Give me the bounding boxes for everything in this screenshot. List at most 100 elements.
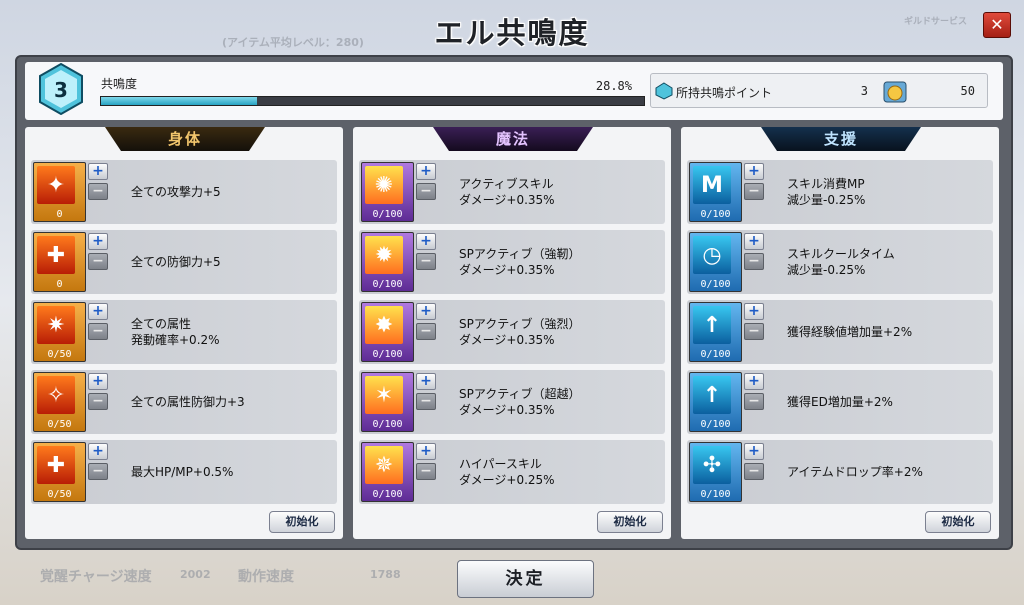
resonance-progress-bar xyxy=(100,96,645,106)
hp-mp-icon: ✚ xyxy=(37,446,75,484)
confirm-button[interactable]: 決定 xyxy=(457,560,594,598)
decrease-button[interactable]: − xyxy=(88,323,108,340)
reset-button-support[interactable]: 初始化 xyxy=(925,511,991,533)
active-skill-icon: ✺ xyxy=(365,166,403,204)
stat-description: スキル消費MP 減少量-0.25% xyxy=(787,177,866,207)
decrease-button[interactable]: − xyxy=(88,463,108,480)
stat-count: 0/100 xyxy=(372,349,403,360)
decrease-button[interactable]: − xyxy=(744,323,764,340)
stat-count: 0/50 xyxy=(47,349,72,360)
increase-button[interactable]: + xyxy=(744,443,764,460)
stat-slot: ↑ 0/100 xyxy=(689,302,742,362)
decrease-button[interactable]: − xyxy=(744,393,764,410)
stat-description: 獲得ED増加量+2% xyxy=(787,395,893,409)
increase-button[interactable]: + xyxy=(744,233,764,250)
column-header-body: 身体 xyxy=(105,127,265,151)
increase-button[interactable]: + xyxy=(88,443,108,460)
decrease-button[interactable]: − xyxy=(88,183,108,200)
points-value: 3 xyxy=(860,84,868,98)
increase-button[interactable]: + xyxy=(744,303,764,320)
increase-button[interactable]: + xyxy=(88,303,108,320)
stat-slot: ✦ 0 xyxy=(33,162,86,222)
stat-row: ✵ 0/100 + − ハイパースキル ダメージ+0.25% xyxy=(359,440,665,504)
stat-row: ✣ 0/100 + − アイテムドロップ率+2% xyxy=(687,440,993,504)
close-button[interactable]: ✕ xyxy=(983,12,1011,38)
decrease-button[interactable]: − xyxy=(416,393,436,410)
stat-count: 0/100 xyxy=(372,209,403,220)
stat-description: SPアクティブ（強靭） ダメージ+0.35% xyxy=(459,247,581,277)
stat-row: ✺ 0/100 + − アクティブスキル ダメージ+0.35% xyxy=(359,160,665,224)
decrease-button[interactable]: − xyxy=(744,183,764,200)
drop-rate-icon: ✣ xyxy=(693,446,731,484)
window-title: エル共鳴度 xyxy=(434,16,590,50)
stat-description: スキルクールタイム 減少量-0.25% xyxy=(787,247,895,277)
column-body: 身体 ✦ 0 + − 全ての攻撃力+5 ✚ 0 + − 全ての防御力+5 ✷ 0/50 + − 全ての属性 発… xyxy=(25,127,343,539)
stat-row: M 0/100 + − スキル消費MP 減少量-0.25% xyxy=(687,160,993,224)
decrease-button[interactable]: − xyxy=(416,183,436,200)
decrease-button[interactable]: − xyxy=(88,253,108,270)
points-secondary-value: 50 xyxy=(960,84,975,98)
stat-slot: ✹ 0/100 xyxy=(361,232,414,292)
increase-button[interactable]: + xyxy=(416,443,436,460)
decrease-button[interactable]: − xyxy=(416,323,436,340)
decrease-button[interactable]: − xyxy=(416,463,436,480)
column-magic: 魔法 ✺ 0/100 + − アクティブスキル ダメージ+0.35% ✹ 0/100 + − SPア… xyxy=(353,127,671,539)
stat-count: 0/50 xyxy=(47,419,72,430)
resonance-label: 共鳴度 xyxy=(101,77,138,91)
attack-icon: ✦ xyxy=(37,166,75,204)
stat-slot: ✧ 0/50 xyxy=(33,372,86,432)
stat-row: ✧ 0/50 + − 全ての属性防御力+3 xyxy=(31,370,337,434)
stat-description: 全ての属性防御力+3 xyxy=(131,395,245,409)
decrease-button[interactable]: − xyxy=(744,463,764,480)
stat-description: SPアクティブ（強烈） ダメージ+0.35% xyxy=(459,317,581,347)
decrease-button[interactable]: − xyxy=(744,253,764,270)
decrease-button[interactable]: − xyxy=(416,253,436,270)
stat-slot: M 0/100 xyxy=(689,162,742,222)
decrease-button[interactable]: − xyxy=(88,393,108,410)
stat-description: 全ての防御力+5 xyxy=(131,255,221,269)
increase-button[interactable]: + xyxy=(744,163,764,180)
reset-button-body[interactable]: 初始化 xyxy=(269,511,335,533)
stat-slot: ✶ 0/100 xyxy=(361,372,414,432)
increase-button[interactable]: + xyxy=(416,163,436,180)
stat-row: ↑ 0/100 + − 獲得ED増加量+2% xyxy=(687,370,993,434)
increase-button[interactable]: + xyxy=(88,163,108,180)
increase-button[interactable]: + xyxy=(416,303,436,320)
stat-slot: ✵ 0/100 xyxy=(361,442,414,502)
resonance-progress-fill xyxy=(101,97,258,105)
stat-slot: ✺ 0/100 xyxy=(361,162,414,222)
stat-slot: ◷ 0/100 xyxy=(689,232,742,292)
increase-button[interactable]: + xyxy=(416,233,436,250)
stat-description: 全ての攻撃力+5 xyxy=(131,185,221,199)
reset-button-magic[interactable]: 初始化 xyxy=(597,511,663,533)
stat-count: 0/100 xyxy=(700,279,731,290)
stat-slot: ✣ 0/100 xyxy=(689,442,742,502)
stat-slot: ✚ 0/50 xyxy=(33,442,86,502)
hyper-skill-icon: ✵ xyxy=(365,446,403,484)
stat-description: 全ての属性 発動確率+0.2% xyxy=(131,317,220,347)
sp-intense-icon: ✸ xyxy=(365,306,403,344)
stat-count: 0/100 xyxy=(372,419,403,430)
stat-count: 0/100 xyxy=(700,489,731,500)
resonance-percent: 28.8% xyxy=(595,79,632,93)
column-support: 支援 M 0/100 + − スキル消費MP 減少量-0.25% ◷ 0/100 + − スキルクー… xyxy=(681,127,999,539)
defense-icon: ✚ xyxy=(37,236,75,274)
stat-description: アイテムドロップ率+2% xyxy=(787,465,923,479)
stat-slot: ↑ 0/100 xyxy=(689,372,742,432)
increase-button[interactable]: + xyxy=(416,373,436,390)
stat-slot: ✚ 0 xyxy=(33,232,86,292)
stat-count: 0 xyxy=(56,279,63,290)
increase-button[interactable]: + xyxy=(88,233,108,250)
increase-button[interactable]: + xyxy=(744,373,764,390)
stat-row: ✚ 0/50 + − 最大HP/MP+0.5% xyxy=(31,440,337,504)
cooldown-icon: ◷ xyxy=(693,236,731,274)
stat-row: ✸ 0/100 + − SPアクティブ（強烈） ダメージ+0.35% xyxy=(359,300,665,364)
bg-stat-label: 覚醒チャージ速度 xyxy=(40,569,152,585)
stat-count: 0/100 xyxy=(372,489,403,500)
increase-button[interactable]: + xyxy=(88,373,108,390)
stat-description: SPアクティブ（超越） ダメージ+0.35% xyxy=(459,387,581,417)
bg-stat-label-2: 動作速度 xyxy=(238,569,294,585)
stat-row: ◷ 0/100 + − スキルクールタイム 減少量-0.25% xyxy=(687,230,993,294)
stat-slot: ✷ 0/50 xyxy=(33,302,86,362)
stat-description: 獲得経験値増加量+2% xyxy=(787,325,913,339)
